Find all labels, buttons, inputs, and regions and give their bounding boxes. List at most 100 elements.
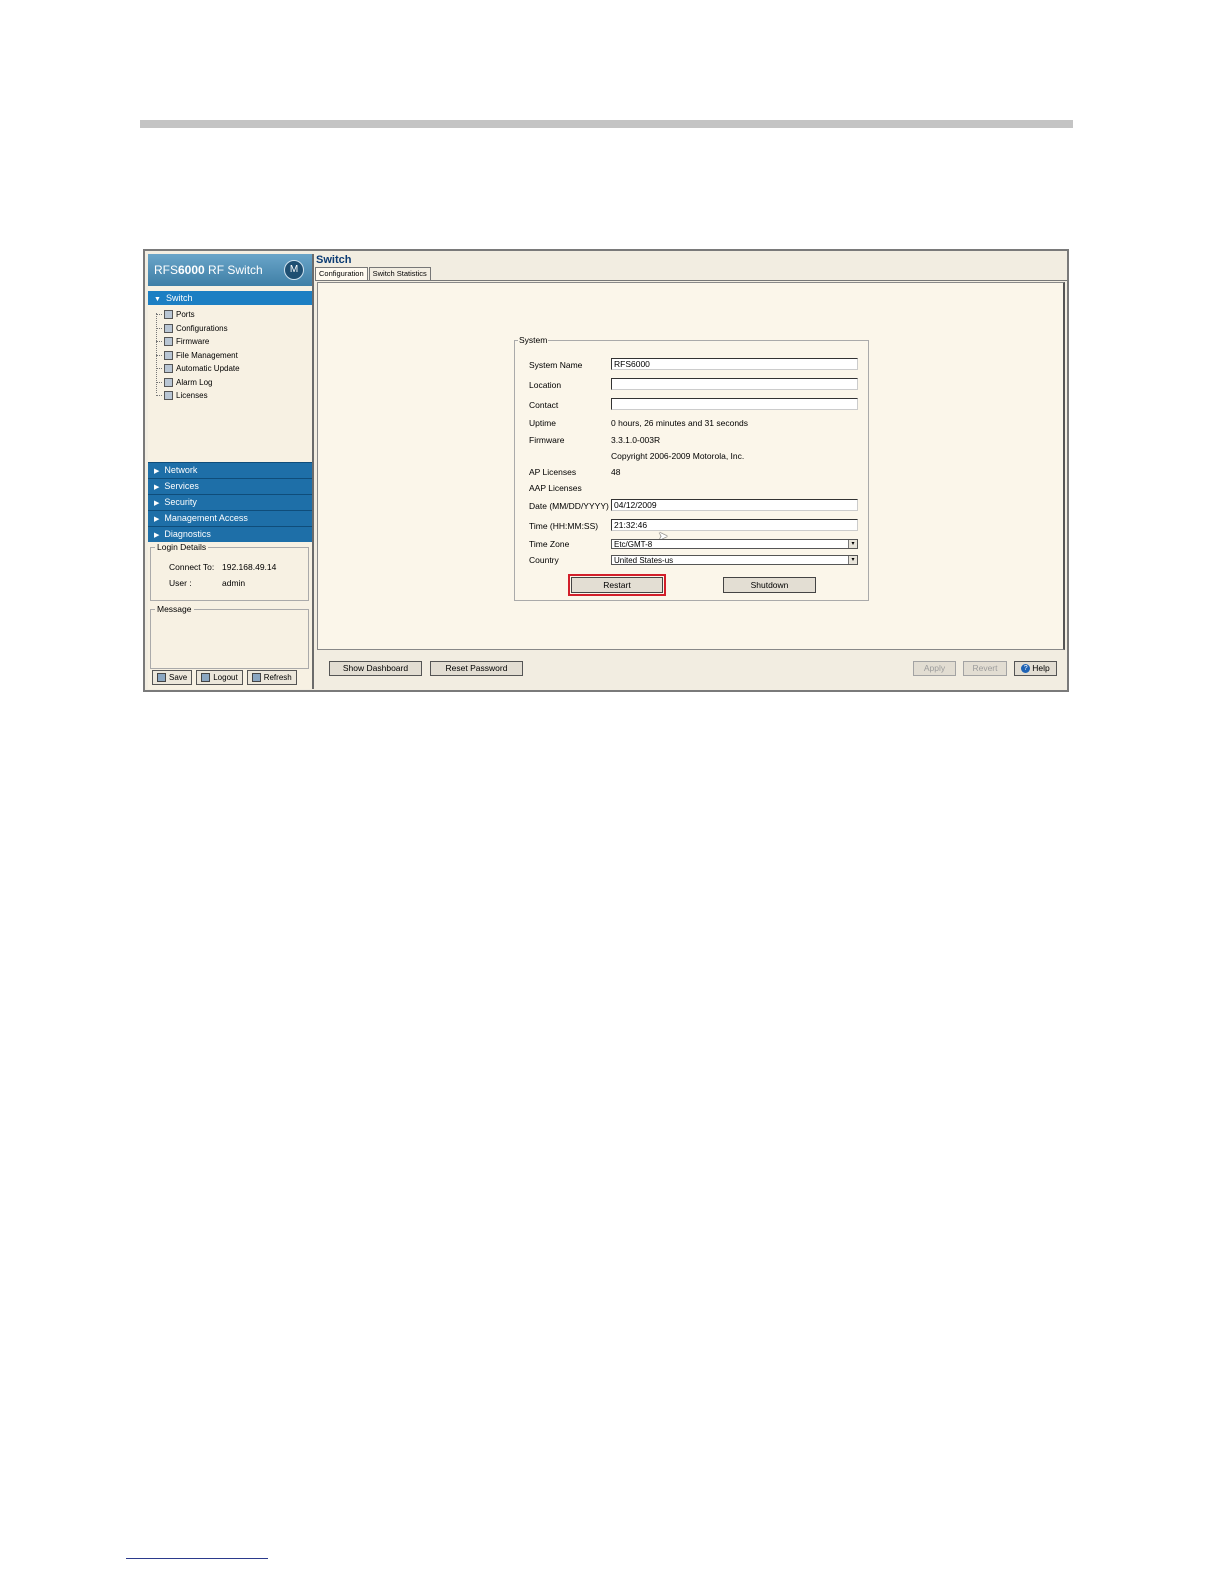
configurations-icon [164,323,173,333]
file-management-icon [164,350,173,360]
tree-item-label: Configurations [176,323,228,333]
chevron-right-icon: ▶ [154,484,160,491]
help-label: Help [1032,663,1050,673]
save-label: Save [169,673,188,682]
location-label: Location [529,380,562,390]
tab-configuration[interactable]: Configuration [315,267,368,280]
help-icon: ? [1021,664,1031,674]
firmware-label: Firmware [529,435,565,445]
tree-item-ports[interactable]: Ports [148,308,312,322]
refresh-button[interactable]: Refresh [246,670,297,685]
location-input[interactable] [611,378,858,390]
logout-icon [201,673,211,682]
dropdown-arrow-icon: ▾ [848,540,857,548]
connect-to-row: Connect To: 192.168.49.14 [169,562,276,572]
system-legend: System [518,335,549,345]
logout-label: Logout [213,673,238,682]
brand-prefix: RFS [154,263,178,277]
nav-switch[interactable]: ▼ Switch [148,291,312,305]
nav-switch-label: Switch [165,293,193,303]
contact-input[interactable] [611,398,858,410]
connect-to-label: Connect To: [169,562,215,572]
tree-item-alarm-log[interactable]: Alarm Log [148,376,312,390]
nav-management-access[interactable]: ▶ Management Access [148,510,312,526]
time-label: Time (HH:MM:SS) [529,521,599,531]
shutdown-button[interactable]: Shutdown [723,577,816,593]
left-panel: RFS6000 RF Switch M ▼ Switch Ports Config… [148,254,314,689]
date-label: Date (MM/DD/YYYY) [529,501,609,511]
firmware-value: 3.3.1.0-003R [611,435,661,445]
time-input[interactable] [611,519,858,531]
left-button-bar: Save Logout Refresh [152,670,297,685]
licenses-icon [164,391,173,401]
brand-title: RFS6000 RF Switch [154,263,263,277]
nav-services[interactable]: ▶ Services [148,478,312,494]
tree-item-configurations[interactable]: Configurations [148,322,312,336]
country-select[interactable]: United States-us ▾ [611,555,858,565]
page-title: Switch [316,254,352,266]
system-name-input[interactable] [611,358,858,370]
refresh-icon [251,673,261,682]
tree-item-label: Alarm Log [176,377,213,387]
tree-item-label: Firmware [176,337,210,347]
date-input[interactable] [611,499,858,511]
timezone-select[interactable]: Etc/GMT-8 ▾ [611,539,858,549]
system-name-label: System Name [529,360,583,370]
user-value: admin [222,578,246,588]
tree-dots [156,395,162,397]
country-value: United States-us [614,556,674,565]
automatic-update-icon [164,364,173,374]
nav-group-label: Services [164,481,199,491]
nav-group-label: Network [164,465,198,475]
uptime-label: Uptime [529,418,556,428]
connect-to-value: 192.168.49.14 [222,562,277,572]
chevron-right-icon: ▶ [154,532,160,539]
login-details: Login Details Connect To: 192.168.49.14 U… [150,542,309,601]
revert-button[interactable]: Revert [963,661,1007,676]
tree-item-automatic-update[interactable]: Automatic Update [148,362,312,376]
configuration-content: System System Name Location Contact Upti… [317,282,1065,650]
nav-group-label: Diagnostics [164,529,211,539]
aap-licenses-label: AAP Licenses [529,483,582,493]
country-label: Country [529,555,559,565]
message-legend: Message [155,604,194,614]
motorola-logo-icon: M [284,260,304,280]
tree-item-label: Licenses [176,391,208,401]
ap-licenses-value: 48 [611,467,621,477]
tree-item-label: File Management [176,350,238,360]
tree-item-licenses[interactable]: Licenses [148,389,312,403]
system-fieldset: System System Name Location Contact Upti… [514,335,869,601]
tree-connector [156,313,157,393]
timezone-label: Time Zone [529,539,570,549]
chevron-right-icon: ▶ [154,516,160,523]
main-panel: Switch Configuration Switch Statistics S… [315,254,1067,689]
tree-item-label: Ports [176,310,195,320]
ports-icon [164,310,173,320]
nav-diagnostics[interactable]: ▶ Diagnostics [148,526,312,542]
reset-password-button[interactable]: Reset Password [430,661,523,676]
show-dashboard-button[interactable]: Show Dashboard [329,661,422,676]
tree-item-file-management[interactable]: File Management [148,349,312,363]
switch-tree: Ports Configurations Firmware File Manag… [148,305,312,462]
apply-button[interactable]: Apply [913,661,956,676]
app-window: RFS6000 RF Switch M ▼ Switch Ports Config… [143,249,1069,692]
nav-network[interactable]: ▶ Network [148,462,312,478]
tab-bar: Configuration Switch Statistics [315,267,1067,281]
user-row: User : admin [169,578,245,588]
save-button[interactable]: Save [152,670,193,685]
save-icon [157,673,166,682]
logout-button[interactable]: Logout [196,670,243,685]
nav-group-label: Security [164,497,197,507]
dropdown-arrow-icon: ▾ [848,556,857,564]
help-button[interactable]: ? Help [1014,661,1057,676]
ap-licenses-label: AP Licenses [529,467,577,477]
tree-item-firmware[interactable]: Firmware [148,335,312,349]
message-box: Message [150,604,309,669]
login-details-legend: Login Details [155,542,209,552]
user-label: User : [169,578,192,588]
restart-button[interactable]: Restart [568,574,666,596]
nav-security[interactable]: ▶ Security [148,494,312,510]
timezone-value: Etc/GMT-8 [614,540,653,549]
tab-switch-statistics[interactable]: Switch Statistics [368,267,431,280]
firmware-icon [164,337,173,347]
